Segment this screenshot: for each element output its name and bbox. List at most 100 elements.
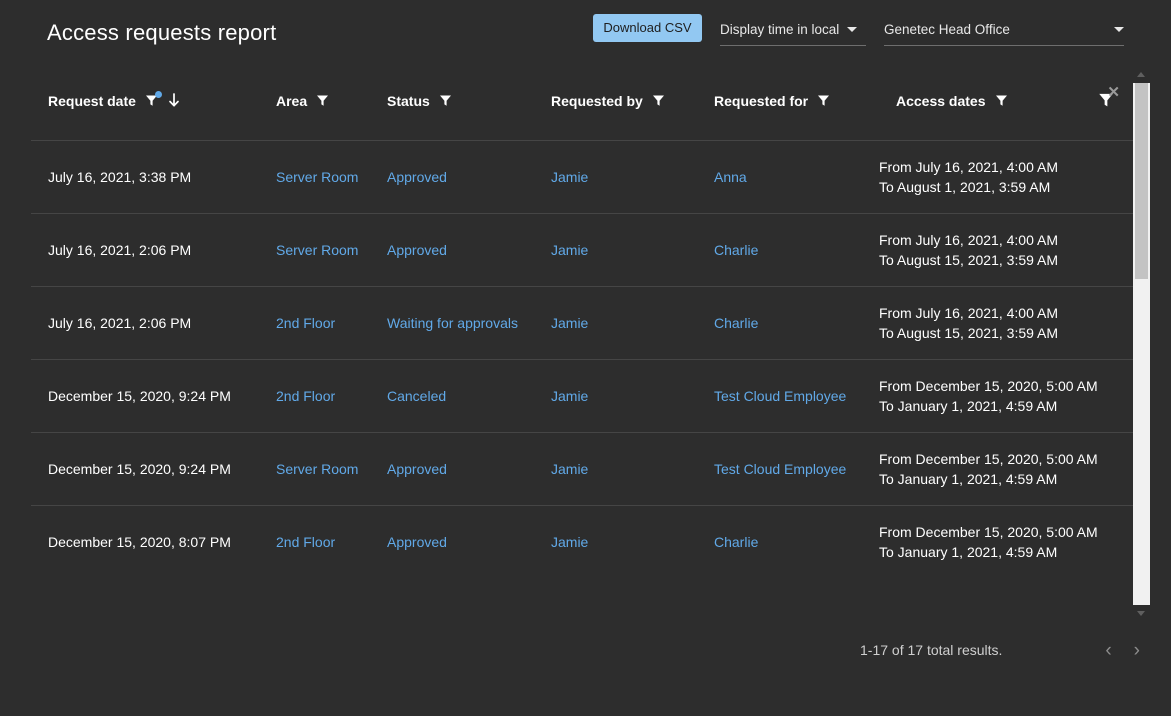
requested-for-link[interactable]: Charlie <box>714 242 758 258</box>
table-row[interactable]: December 15, 2020, 8:07 PM 2nd Floor App… <box>31 505 1134 578</box>
cell-status[interactable]: Approved <box>370 432 534 505</box>
cell-requested-by[interactable]: Jamie <box>534 432 697 505</box>
cell-area[interactable]: 2nd Floor <box>259 359 370 432</box>
requested-by-link[interactable]: Jamie <box>551 315 588 331</box>
chevron-down-icon <box>1114 27 1124 32</box>
filter-funnel-icon[interactable] <box>145 94 158 107</box>
scroll-up-arrow-icon[interactable] <box>1133 66 1150 83</box>
access-date-to: To August 15, 2021, 3:59 AM <box>879 250 1134 270</box>
access-requests-table: Request date Area <box>31 62 1134 578</box>
download-csv-button[interactable]: Download CSV <box>593 14 702 42</box>
area-link[interactable]: Server Room <box>276 461 358 477</box>
area-link[interactable]: Server Room <box>276 169 358 185</box>
column-header-requested-by-label: Requested by <box>551 93 643 109</box>
requested-by-link[interactable]: Jamie <box>551 461 588 477</box>
display-time-dropdown-label: Display time in local <box>720 22 839 37</box>
cell-requested-by[interactable]: Jamie <box>534 359 697 432</box>
cell-status[interactable]: Waiting for approvals <box>370 286 534 359</box>
requested-for-link[interactable]: Charlie <box>714 315 758 331</box>
requested-by-link[interactable]: Jamie <box>551 242 588 258</box>
filter-funnel-icon[interactable] <box>652 94 665 107</box>
column-header-requested-by: Requested by <box>534 62 697 140</box>
filter-funnel-icon[interactable] <box>316 94 329 107</box>
cell-requested-for[interactable]: Charlie <box>697 505 862 578</box>
table-row[interactable]: December 15, 2020, 9:24 PM Server Room A… <box>31 432 1134 505</box>
cell-area[interactable]: 2nd Floor <box>259 505 370 578</box>
area-link[interactable]: 2nd Floor <box>276 315 335 331</box>
access-date-to: To January 1, 2021, 4:59 AM <box>879 469 1134 489</box>
area-link[interactable]: 2nd Floor <box>276 534 335 550</box>
cell-requested-by[interactable]: Jamie <box>534 213 697 286</box>
cell-requested-for[interactable]: Test Cloud Employee <box>697 359 862 432</box>
cell-area[interactable]: 2nd Floor <box>259 286 370 359</box>
cell-status[interactable]: Approved <box>370 505 534 578</box>
table-row[interactable]: July 16, 2021, 2:06 PM 2nd Floor Waiting… <box>31 286 1134 359</box>
table-row[interactable]: July 16, 2021, 3:38 PM Server Room Appro… <box>31 140 1134 213</box>
column-header-request-date-label: Request date <box>48 93 136 109</box>
requested-for-link[interactable]: Test Cloud Employee <box>714 388 846 404</box>
cell-access-dates: From July 16, 2021, 4:00 AM To August 15… <box>862 213 1134 286</box>
table-body: July 16, 2021, 3:38 PM Server Room Appro… <box>31 140 1134 578</box>
sort-descending-arrow-icon[interactable] <box>167 93 181 109</box>
cell-area[interactable]: Server Room <box>259 140 370 213</box>
filter-funnel-icon[interactable] <box>995 94 1008 107</box>
cell-requested-by[interactable]: Jamie <box>534 140 697 213</box>
next-page-button[interactable]: › <box>1134 641 1140 660</box>
area-link[interactable]: 2nd Floor <box>276 388 335 404</box>
cell-status[interactable]: Approved <box>370 213 534 286</box>
pagination: 1-17 of 17 total results. ‹ › <box>860 636 1140 664</box>
previous-page-button[interactable]: ‹ <box>1105 641 1111 660</box>
cell-requested-for[interactable]: Anna <box>697 140 862 213</box>
column-header-area-label: Area <box>276 93 307 109</box>
status-link[interactable]: Canceled <box>387 388 446 404</box>
requested-by-link[interactable]: Jamie <box>551 534 588 550</box>
access-date-to: To January 1, 2021, 4:59 AM <box>879 396 1134 416</box>
display-time-dropdown[interactable]: Display time in local <box>720 14 866 46</box>
requested-for-link[interactable]: Test Cloud Employee <box>714 461 846 477</box>
table-row[interactable]: December 15, 2020, 9:24 PM 2nd Floor Can… <box>31 359 1134 432</box>
requested-for-link[interactable]: Anna <box>714 169 747 185</box>
cell-area[interactable]: Server Room <box>259 432 370 505</box>
table-row[interactable]: July 16, 2021, 2:06 PM Server Room Appro… <box>31 213 1134 286</box>
cell-requested-for[interactable]: Test Cloud Employee <box>697 432 862 505</box>
column-header-status: Status <box>370 62 534 140</box>
requested-for-link[interactable]: Charlie <box>714 534 758 550</box>
clear-filters-icon[interactable]: ✕ <box>1098 92 1116 110</box>
status-link[interactable]: Approved <box>387 242 447 258</box>
cell-status[interactable]: Approved <box>370 140 534 213</box>
requested-by-link[interactable]: Jamie <box>551 169 588 185</box>
table-vertical-scrollbar[interactable] <box>1133 66 1150 622</box>
cell-status[interactable]: Canceled <box>370 359 534 432</box>
access-date-to: To January 1, 2021, 4:59 AM <box>879 542 1134 562</box>
column-header-access-dates-label: Access dates <box>896 93 986 109</box>
cell-requested-for[interactable]: Charlie <box>697 213 862 286</box>
scroll-down-arrow-icon[interactable] <box>1133 605 1150 622</box>
filter-active-badge <box>155 91 162 98</box>
cell-request-date: July 16, 2021, 2:06 PM <box>31 213 259 286</box>
pagination-nav: ‹ › <box>1105 641 1140 660</box>
status-link[interactable]: Approved <box>387 169 447 185</box>
site-selector-dropdown[interactable]: Genetec Head Office <box>884 14 1124 46</box>
access-date-to: To August 1, 2021, 3:59 AM <box>879 177 1134 197</box>
column-header-requested-for: Requested for <box>697 62 862 140</box>
status-link[interactable]: Approved <box>387 461 447 477</box>
status-link[interactable]: Approved <box>387 534 447 550</box>
cell-request-date: July 16, 2021, 2:06 PM <box>31 286 259 359</box>
cell-area[interactable]: Server Room <box>259 213 370 286</box>
cell-requested-for[interactable]: Charlie <box>697 286 862 359</box>
cell-requested-by[interactable]: Jamie <box>534 505 697 578</box>
filter-funnel-icon[interactable] <box>817 94 830 107</box>
access-date-to: To August 15, 2021, 3:59 AM <box>879 323 1134 343</box>
scrollbar-thumb[interactable] <box>1135 83 1148 279</box>
status-link[interactable]: Waiting for approvals <box>387 315 518 331</box>
cell-access-dates: From December 15, 2020, 5:00 AM To Janua… <box>862 505 1134 578</box>
filter-funnel-icon[interactable] <box>439 94 452 107</box>
column-header-area: Area <box>259 62 370 140</box>
access-date-from: From July 16, 2021, 4:00 AM <box>879 157 1134 177</box>
cell-requested-by[interactable]: Jamie <box>534 286 697 359</box>
cell-access-dates: From December 15, 2020, 5:00 AM To Janua… <box>862 432 1134 505</box>
requested-by-link[interactable]: Jamie <box>551 388 588 404</box>
area-link[interactable]: Server Room <box>276 242 358 258</box>
table-header-row: Request date Area <box>31 62 1134 140</box>
cell-request-date: December 15, 2020, 8:07 PM <box>31 505 259 578</box>
